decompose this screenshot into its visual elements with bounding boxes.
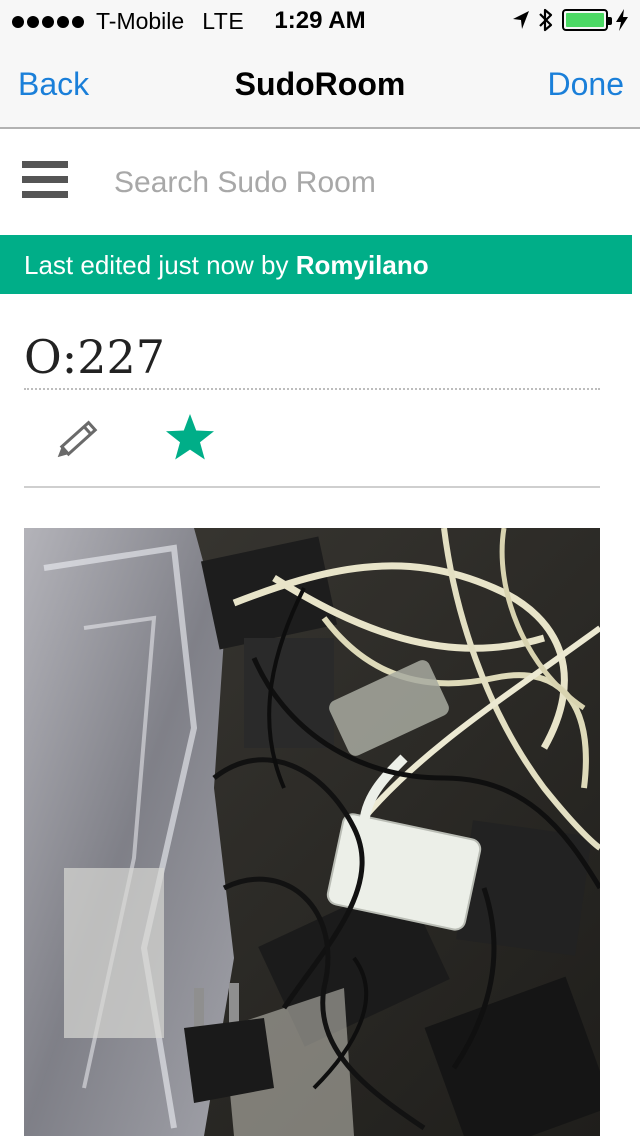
location-arrow-icon (513, 11, 529, 29)
page-actions (24, 390, 600, 488)
nav-title: SudoRoom (234, 66, 406, 102)
search-header (0, 131, 640, 235)
bluetooth-icon (539, 8, 553, 32)
done-button[interactable]: Done (548, 66, 625, 103)
charging-bolt-icon (616, 9, 628, 31)
page-photo[interactable] (24, 528, 600, 1136)
star-icon[interactable] (164, 412, 216, 462)
last-edited-user[interactable]: Romyilano (296, 250, 429, 280)
hamburger-menu-icon[interactable] (22, 161, 68, 199)
page-title: O:227 (24, 330, 600, 390)
pencil-icon[interactable] (54, 414, 106, 460)
navigation-bar: Back SudoRoom Done (0, 40, 640, 129)
status-bar: T-Mobile LTE 1:29 AM (0, 0, 640, 40)
battery-icon (562, 9, 612, 31)
cables-photo-image (24, 528, 600, 1136)
last-edited-banner: Last edited just now by Romyilano (0, 235, 632, 294)
search-input[interactable] (114, 161, 594, 205)
battery-fill (566, 13, 604, 27)
status-right (512, 8, 628, 32)
last-edited-text: Last edited just now by (24, 250, 296, 280)
